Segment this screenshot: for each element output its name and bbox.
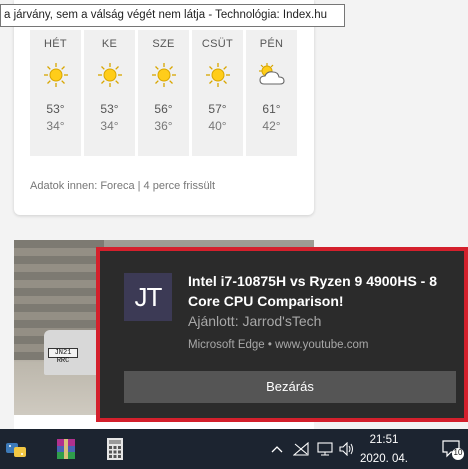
volume-icon[interactable]: [338, 440, 356, 458]
display-icon[interactable]: [316, 440, 334, 458]
sun-icon: [84, 58, 135, 92]
notification-center-icon[interactable]: 10: [440, 437, 464, 461]
toast-app-source: Microsoft Edge • www.youtube.com: [188, 339, 369, 351]
python-icon[interactable]: [4, 437, 28, 461]
forecast-day[interactable]: HÉT 53° 34°: [30, 30, 81, 156]
forecast-day[interactable]: CSÜT 57° 40°: [192, 30, 243, 156]
network-off-icon[interactable]: [292, 440, 310, 458]
temp-low: 34°: [46, 119, 65, 133]
toast-highlight: JT Intel i7-10875H vs Ryzen 9 4900HS - 8…: [96, 247, 468, 422]
link-tooltip: a járvány, sem a válság végét nem látja …: [0, 4, 345, 27]
toast-subtitle: Ajánlott: Jarrod'sTech: [188, 313, 322, 329]
weather-source[interactable]: Adatok innen: Foreca | 4 perce frissült: [30, 180, 215, 192]
temp-low: 42°: [262, 119, 281, 133]
sun-icon: [192, 58, 243, 92]
temp-high: 57°: [208, 102, 227, 116]
clock-date: 2020. 04. 20.: [360, 453, 408, 465]
temp-high: 61°: [262, 102, 281, 116]
channel-avatar-icon: JT: [124, 273, 172, 321]
weather-card: HÉT 53° 34° KE 53° 34° SZE 56° 36° CSÜT …: [14, 0, 314, 215]
day-name: CSÜT: [201, 38, 234, 50]
temp-low: 36°: [154, 119, 173, 133]
taskbar: 21:51 2020. 04. 20. 10: [0, 429, 468, 469]
sun-icon: [30, 58, 81, 92]
day-name: PÉN: [259, 38, 284, 50]
day-name: KE: [101, 38, 118, 50]
temp-low: 34°: [100, 119, 119, 133]
toast-notification[interactable]: JT Intel i7-10875H vs Ryzen 9 4900HS - 8…: [100, 251, 464, 418]
temp-high: 53°: [46, 102, 65, 116]
temp-high: 56°: [154, 102, 173, 116]
chevron-up-icon[interactable]: [268, 440, 286, 458]
day-name: HÉT: [44, 38, 67, 50]
calculator-icon[interactable]: [103, 437, 127, 461]
forecast-day[interactable]: KE 53° 34°: [84, 30, 135, 156]
forecast-day[interactable]: PÉN 61° 42°: [246, 30, 297, 156]
sun-icon: [138, 58, 189, 92]
temp-low: 40°: [208, 119, 227, 133]
clock-time: 21:51: [369, 434, 399, 446]
toast-title: Intel i7-10875H vs Ryzen 9 4900HS - 8 Co…: [188, 273, 438, 309]
temp-high: 53°: [100, 102, 119, 116]
close-button[interactable]: Bezárás: [124, 371, 456, 403]
partly-cloudy-icon: [246, 58, 297, 92]
forecast-day[interactable]: SZE 56° 36°: [138, 30, 189, 156]
license-plate: JN21 RRC: [48, 348, 78, 365]
notification-count-badge: 10: [453, 448, 463, 457]
day-name: SZE: [152, 38, 175, 50]
taskbar-clock[interactable]: 21:51 2020. 04. 20.: [360, 433, 408, 469]
winrar-icon[interactable]: [54, 437, 78, 461]
forecast-days: HÉT 53° 34° KE 53° 34° SZE 56° 36° CSÜT …: [30, 30, 297, 156]
